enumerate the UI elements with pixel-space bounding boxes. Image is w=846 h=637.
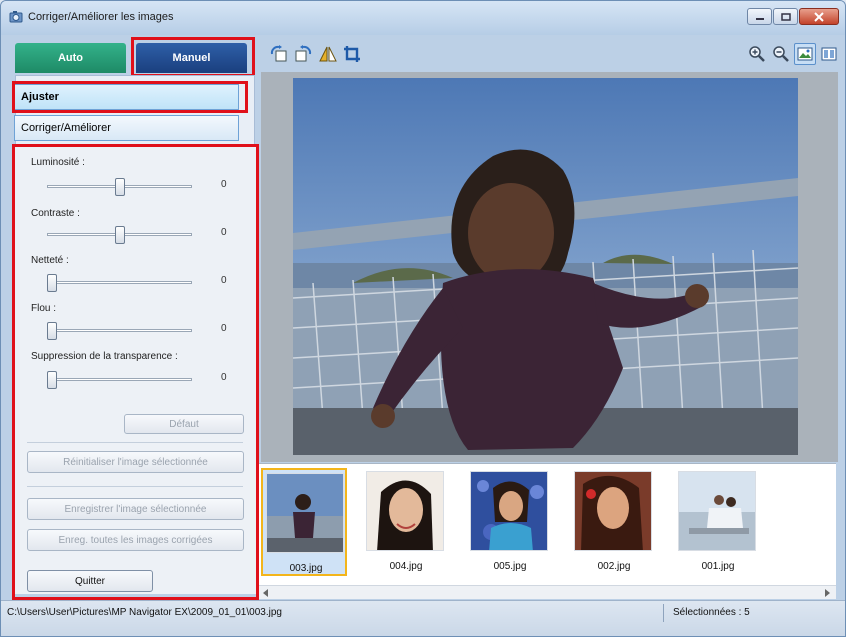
zoom-in-button[interactable]	[746, 43, 768, 65]
status-bar: C:\Users\User\Pictures\MP Navigator EX\2…	[1, 600, 845, 636]
flip-button[interactable]	[317, 43, 339, 65]
zoom-out-icon	[773, 46, 789, 62]
thumbnail-name: 005.jpg	[493, 561, 527, 572]
highlight-frame-manuel	[131, 37, 255, 77]
file-path: C:\Users\User\Pictures\MP Navigator EX\2…	[7, 607, 282, 618]
flip-icon	[319, 46, 337, 62]
tab-auto[interactable]: Auto	[15, 43, 126, 73]
window-controls	[747, 8, 839, 25]
thumbnail-strip: 003.jpg 004.jpg 005.jpg 002.jpg 001.jpg	[259, 463, 836, 599]
thumbnail-name: 002.jpg	[597, 561, 631, 572]
thumbnail-name: 001.jpg	[701, 561, 735, 572]
thumbnail-image	[366, 471, 444, 551]
maximize-icon	[780, 12, 791, 21]
thumbnail-image	[470, 471, 548, 551]
thumbnail-image	[574, 471, 652, 551]
preview-photo[interactable]	[293, 78, 798, 455]
rotate-left-button[interactable]	[268, 43, 290, 65]
thumbnail-image	[678, 471, 756, 551]
zoom-out-button[interactable]	[770, 43, 792, 65]
thumbnail-item[interactable]: 002.jpg	[571, 468, 657, 576]
scroll-right-icon[interactable]	[822, 588, 832, 598]
image-preview-pane	[261, 72, 838, 462]
status-separator	[663, 604, 664, 622]
preview-image	[293, 78, 798, 455]
crop-icon	[344, 46, 360, 62]
mode-item-corriger[interactable]: Corriger/Améliorer	[14, 115, 239, 141]
highlight-frame-ajuster	[12, 81, 248, 113]
selected-count: Sélectionnées : 5	[673, 607, 750, 618]
rotate-right-button[interactable]	[292, 43, 314, 65]
crop-button[interactable]	[341, 43, 363, 65]
thumbnail-name: 004.jpg	[389, 561, 423, 572]
compare-view-button[interactable]	[818, 43, 840, 65]
fit-image-button[interactable]	[794, 43, 816, 65]
scroll-left-icon[interactable]	[261, 588, 271, 598]
highlight-frame-controls	[12, 144, 259, 600]
thumbnail-item[interactable]: 005.jpg	[467, 468, 553, 576]
minimize-button[interactable]	[747, 8, 772, 25]
thumbnail-image	[266, 473, 344, 553]
rotate-right-icon	[295, 45, 312, 62]
thumbnail-item[interactable]: 004.jpg	[363, 468, 449, 576]
app-icon	[9, 11, 23, 23]
title-bar: Corriger/Améliorer les images	[1, 1, 845, 35]
split-view-icon	[821, 47, 837, 61]
thumbnail-scrollbar[interactable]	[259, 585, 836, 599]
close-button[interactable]	[799, 8, 839, 25]
thumbnail-item[interactable]: 001.jpg	[675, 468, 761, 576]
rotate-left-icon	[270, 45, 287, 62]
thumbnail-name: 003.jpg	[289, 563, 323, 574]
minimize-icon	[755, 17, 764, 20]
close-icon	[814, 11, 824, 22]
maximize-button[interactable]	[773, 8, 798, 25]
thumbnail-item[interactable]: 003.jpg	[261, 468, 347, 576]
image-view-icon	[797, 47, 813, 61]
window-title: Corriger/Améliorer les images	[28, 11, 174, 23]
zoom-in-icon	[749, 46, 765, 62]
app-window: Corriger/Améliorer les images Auto Manue…	[0, 0, 846, 637]
